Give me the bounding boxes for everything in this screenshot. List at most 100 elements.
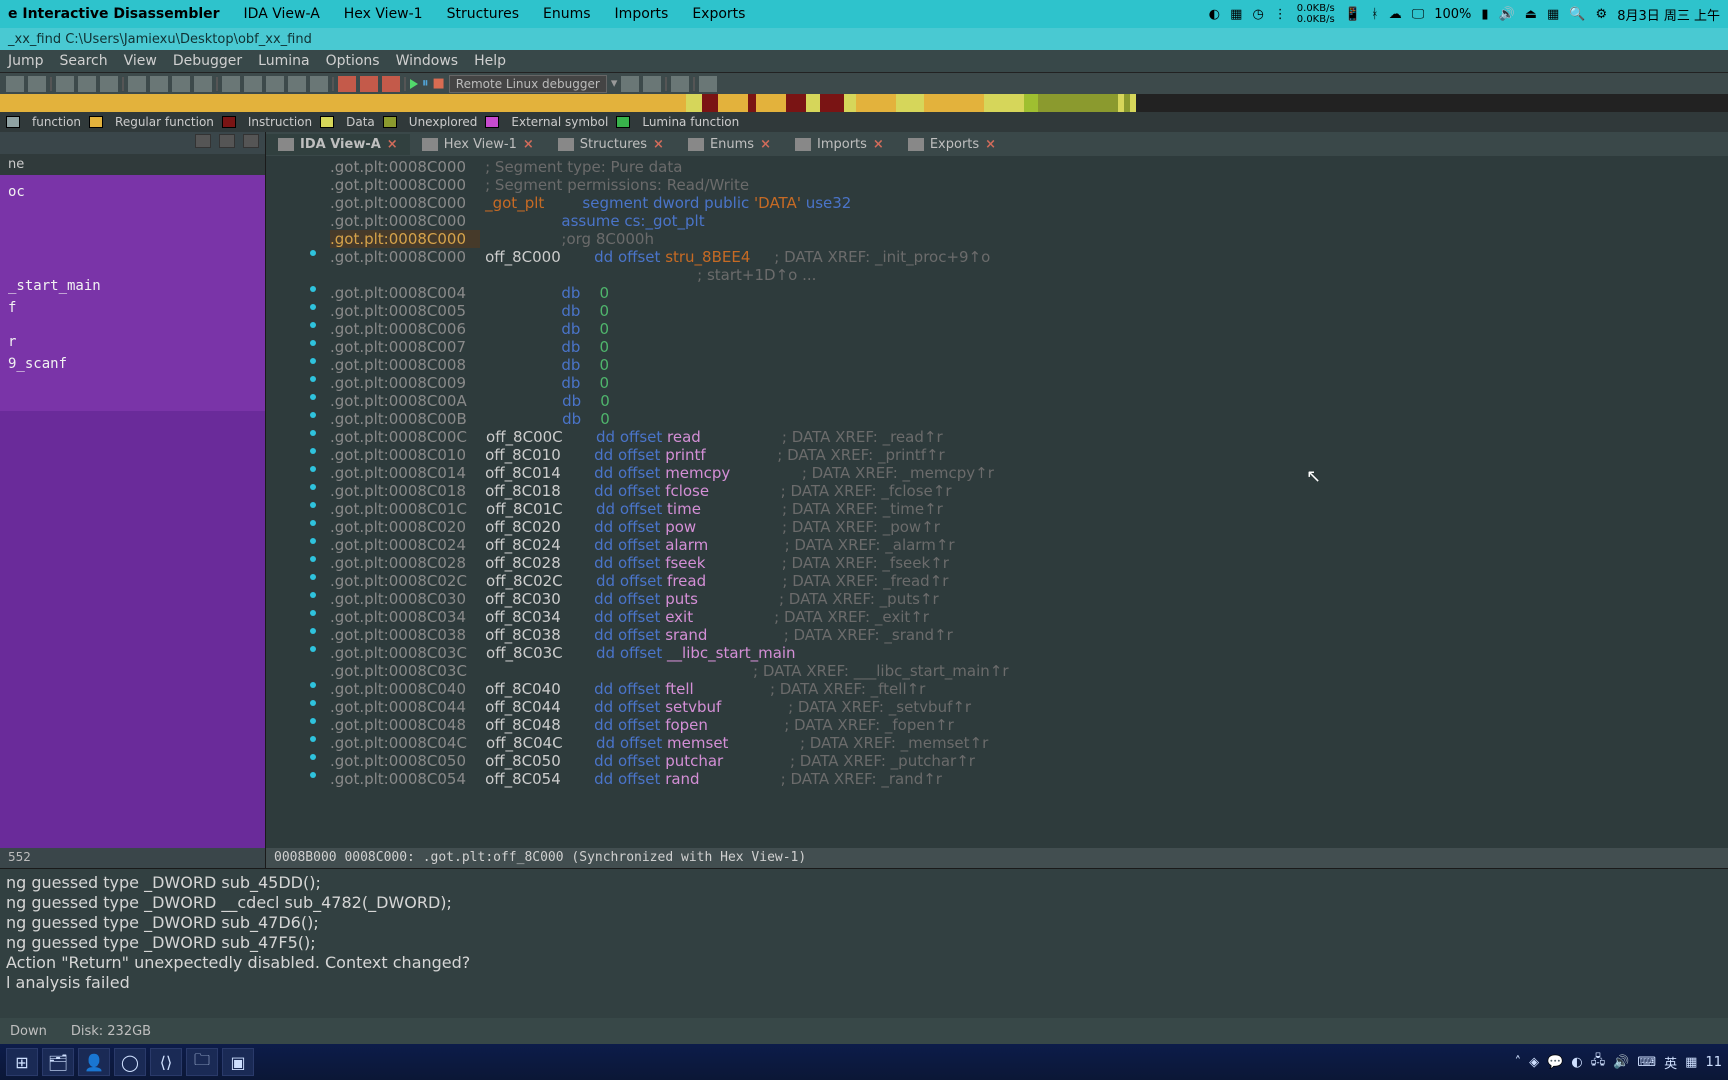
navigation-bar[interactable] [0, 94, 1728, 112]
toolbar-btn[interactable] [266, 76, 284, 92]
task-term[interactable]: ▣ [222, 1048, 254, 1076]
tab-icon [688, 138, 704, 151]
toolbar-btn[interactable] [100, 76, 118, 92]
toolbar-btn[interactable] [244, 76, 262, 92]
close-icon[interactable]: × [873, 137, 884, 152]
tray-app-icon[interactable]: ▦ [1685, 1055, 1697, 1070]
bluetooth-icon[interactable]: ᚼ [1371, 7, 1379, 22]
toolbar-btn[interactable] [222, 76, 240, 92]
close-icon[interactable]: × [523, 137, 534, 152]
cloud-icon[interactable]: ☁ [1389, 7, 1402, 22]
tray-keyboard-icon[interactable]: ⌨ [1637, 1055, 1656, 1070]
toolbar-btn[interactable] [360, 76, 378, 92]
tray-wechat-icon[interactable]: 💬 [1547, 1055, 1563, 1070]
view-tab[interactable]: IDA View-A× [266, 134, 410, 155]
menubar: Jump Search View Debugger Lumina Options… [0, 50, 1728, 72]
tab-enums[interactable]: Enums [543, 6, 591, 22]
search-icon[interactable]: 🔍 [1569, 7, 1585, 22]
menu-windows[interactable]: Windows [396, 53, 459, 69]
grid-icon[interactable]: ▦ [1547, 7, 1559, 22]
toolbar-btn[interactable] [671, 76, 689, 92]
function-row[interactable] [0, 405, 265, 411]
menu-jump[interactable]: Jump [8, 53, 44, 69]
toolbar-btn[interactable] [6, 76, 24, 92]
tab-exports[interactable]: Exports [692, 6, 745, 22]
task-explorer[interactable]: 🗂 [42, 1048, 74, 1076]
tray-volume-icon[interactable]: 🔊 [1613, 1055, 1629, 1070]
tray-network-icon[interactable]: 🖧 [1591, 1051, 1606, 1073]
pane-minimize[interactable] [195, 134, 211, 148]
menu-view[interactable]: View [124, 53, 157, 69]
pane-close[interactable] [243, 134, 259, 148]
toolbar-btn[interactable] [28, 76, 46, 92]
tray-chevron-icon[interactable]: ˄ [1515, 1055, 1522, 1070]
vert-dots-icon[interactable]: ⋮ [1274, 7, 1287, 22]
run-button[interactable] [410, 79, 418, 89]
calendar-icon[interactable]: ▦ [1230, 7, 1242, 22]
tray-app-icon[interactable]: ◐ [1571, 1055, 1582, 1070]
toolbar-btn[interactable] [310, 76, 328, 92]
toolbar-btn[interactable] [699, 76, 717, 92]
function-row[interactable]: f [0, 297, 265, 319]
toolbar-btn[interactable] [288, 76, 306, 92]
view-tab[interactable]: Enums× [676, 134, 783, 155]
tray-app-icon[interactable]: ◈ [1529, 1055, 1539, 1070]
function-row[interactable]: oc [0, 181, 265, 203]
function-row[interactable]: _start_main [0, 275, 265, 297]
view-tab[interactable]: Imports× [783, 134, 896, 155]
menu-help[interactable]: Help [474, 53, 506, 69]
output-pane[interactable]: ng guessed type _DWORD sub_45DD();ng gue… [0, 868, 1728, 1018]
tab-structures[interactable]: Structures [447, 6, 519, 22]
tray-ime-icon[interactable]: 英 [1664, 1053, 1677, 1072]
debugger-select[interactable]: Remote Linux debugger [449, 75, 607, 93]
menu-lumina[interactable]: Lumina [258, 53, 309, 69]
close-icon[interactable]: × [387, 137, 398, 152]
ghost-icon[interactable]: ◐ [1209, 7, 1220, 22]
tab-ida-view-a[interactable]: IDA View-A [244, 6, 320, 22]
toolbar-btn[interactable] [150, 76, 168, 92]
tray-time[interactable]: 11 [1705, 1055, 1722, 1070]
menu-options[interactable]: Options [326, 53, 380, 69]
close-icon[interactable]: × [653, 137, 664, 152]
close-icon[interactable]: × [760, 137, 771, 152]
battery-icon[interactable]: ▮ [1481, 7, 1488, 22]
phone-icon[interactable]: 📱 [1345, 7, 1361, 22]
volume-icon[interactable]: 🔊 [1499, 7, 1515, 22]
menu-debugger[interactable]: Debugger [173, 53, 242, 69]
task-vscode[interactable]: ⟨⟩ [150, 1048, 182, 1076]
toolbar-btn[interactable] [172, 76, 190, 92]
task-chrome[interactable]: ◯ [114, 1048, 146, 1076]
toolbar-btn[interactable] [56, 76, 74, 92]
toolbar-btn[interactable] [643, 76, 661, 92]
clock-icon[interactable]: ◷ [1252, 7, 1263, 22]
system-tray: ◐ ▦ ◷ ⋮ 0.0KB/s 0.0KB/s 📱 ᚼ ☁ 🖵 100% ▮ 🔊… [1209, 3, 1720, 25]
monitor-icon[interactable]: 🖵 [1412, 7, 1425, 22]
functions-list[interactable]: oc _start_mainfr9_scanf [0, 175, 265, 848]
view-tab[interactable]: Structures× [546, 134, 676, 155]
tab-icon [558, 138, 574, 151]
start-button[interactable]: ⊞ [6, 1048, 38, 1076]
toolbar-btn[interactable] [78, 76, 96, 92]
function-row[interactable]: r [0, 331, 265, 353]
disassembly-view[interactable]: .got.plt:0008C000 ; Segment type: Pure d… [266, 156, 1728, 848]
toolbar-btn[interactable] [621, 76, 639, 92]
task-app[interactable]: 👤 [78, 1048, 110, 1076]
pane-maximize[interactable] [219, 134, 235, 148]
control-center-icon[interactable]: ⚙ [1596, 7, 1608, 22]
stop-button[interactable]: ■ [433, 76, 445, 91]
eject-icon[interactable]: ⏏ [1525, 7, 1537, 22]
tab-imports[interactable]: Imports [615, 6, 669, 22]
toolbar-btn[interactable] [128, 76, 146, 92]
close-icon[interactable]: × [985, 137, 996, 152]
toolbar-btn[interactable] [194, 76, 212, 92]
view-tab[interactable]: Hex View-1× [410, 134, 546, 155]
toolbar-btn[interactable] [382, 76, 400, 92]
function-row[interactable]: 9_scanf [0, 353, 265, 375]
tab-hex-view-1[interactable]: Hex View-1 [344, 6, 423, 22]
status-bar: Down Disk: 232GB [0, 1018, 1728, 1044]
menu-search[interactable]: Search [60, 53, 108, 69]
task-folder[interactable]: 🗀 [186, 1048, 218, 1076]
pause-button[interactable]: ⏸ [422, 76, 429, 91]
view-tab[interactable]: Exports× [896, 134, 1008, 155]
toolbar-btn[interactable] [338, 76, 356, 92]
